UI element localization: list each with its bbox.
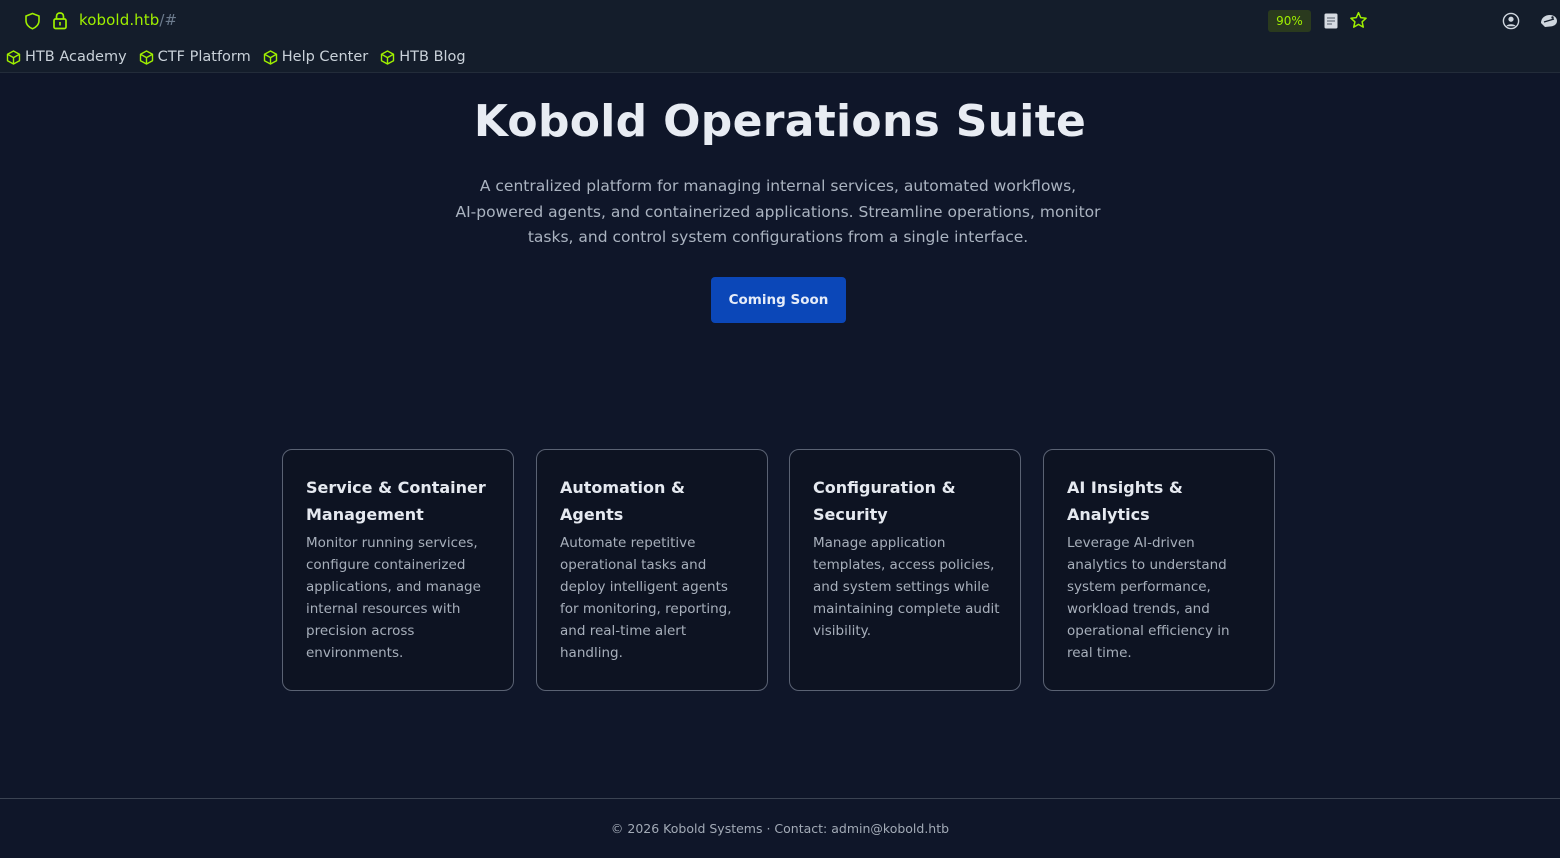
feature-card-text: Automate repetitive operational tasks an… — [560, 535, 732, 661]
feature-card-automation-agents: Automation & Agents Automate repetitive … — [536, 449, 768, 691]
htb-cube-icon — [6, 49, 21, 65]
feature-card-configuration-security: Configuration & Security Manage applicat… — [789, 449, 1021, 691]
url-host: kobold.htb — [79, 11, 160, 29]
feature-card-title: Service & Container Management — [306, 478, 486, 524]
bookmark-label: HTB Blog — [399, 49, 466, 65]
bookmarks-bar: HTB Academy CTF Platform Help Center HTB… — [0, 44, 472, 70]
browser-chrome: kobold.htb/# 90% HTB Academy CTF Platfor… — [0, 0, 1560, 73]
feature-card-service-container: Service & Container Management Monitor r… — [282, 449, 514, 691]
feature-cards: Service & Container Management Monitor r… — [282, 449, 1275, 691]
bookmark-star-icon[interactable] — [1349, 11, 1368, 30]
feature-card-title: AI Insights & Analytics — [1067, 478, 1183, 524]
hero-description: A centralized platform for managing inte… — [440, 174, 1116, 251]
bookmark-htb-academy[interactable]: HTB Academy — [6, 49, 127, 65]
url-bar[interactable]: kobold.htb/# 90% — [0, 0, 1560, 40]
hero-description-line: tasks, and control system configurations… — [527, 228, 1029, 246]
htb-cube-icon — [139, 49, 153, 65]
feature-card-text: Manage application templates, access pol… — [813, 535, 1000, 639]
reader-view-icon[interactable] — [1323, 12, 1339, 30]
bookmark-htb-blog[interactable]: HTB Blog — [380, 49, 466, 65]
bookmark-ctf-platform[interactable]: CTF Platform — [139, 49, 251, 65]
zoom-level-badge[interactable]: 90% — [1268, 10, 1311, 32]
footer-text: © 2026 Kobold Systems · Contact: admin@k… — [610, 821, 950, 836]
feature-card-title: Configuration & Security — [813, 478, 956, 524]
bookmark-label: Help Center — [281, 49, 369, 65]
extension-icon[interactable] — [1539, 12, 1559, 30]
page-title: Kobold Operations Suite — [473, 96, 1087, 147]
bookmark-help-center[interactable]: Help Center — [263, 49, 368, 65]
coming-soon-button[interactable]: Coming Soon — [711, 277, 846, 323]
htb-cube-icon — [381, 49, 395, 65]
account-icon[interactable] — [1502, 12, 1520, 30]
feature-card-ai-insights: AI Insights & Analytics Leverage AI-driv… — [1043, 449, 1275, 691]
feature-card-text: Leverage AI-driven analytics to understa… — [1067, 535, 1230, 661]
bookmark-label: CTF Platform — [157, 49, 251, 65]
hero-description-line: A centralized platform for managing inte… — [479, 177, 1077, 195]
bookmark-label: HTB Academy — [25, 49, 127, 65]
htb-cube-icon — [263, 49, 277, 65]
page-footer: © 2026 Kobold Systems · Contact: admin@k… — [0, 798, 1560, 858]
lock-icon[interactable] — [52, 11, 68, 30]
url-text[interactable]: kobold.htb/# — [79, 11, 177, 29]
shield-icon[interactable] — [24, 12, 41, 30]
hero-description-line: AI-powered agents, and containerized app… — [455, 202, 1101, 221]
feature-card-title: Automation & Agents — [560, 478, 685, 524]
url-path: /# — [159, 11, 178, 29]
feature-card-text: Monitor running services, configure cont… — [306, 535, 481, 661]
